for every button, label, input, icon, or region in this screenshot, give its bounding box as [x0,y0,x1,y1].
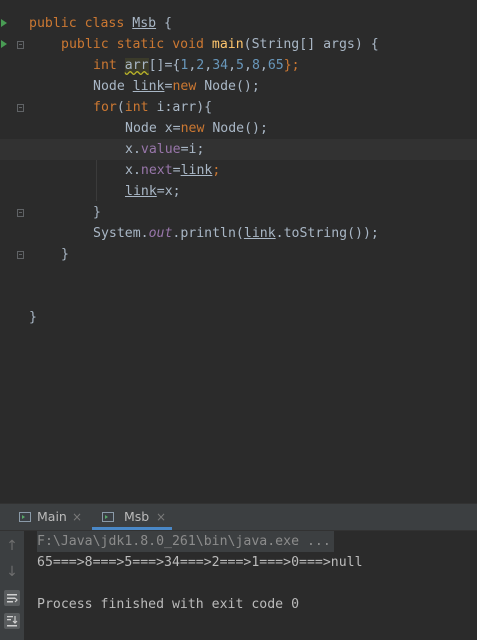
close-icon[interactable]: × [156,504,166,530]
variable-warning[interactable]: arr [124,58,149,73]
variable: link [243,226,276,241]
scroll-to-end-icon[interactable] [4,613,20,629]
loop-header: i:arr){ [148,100,213,115]
code-line-8[interactable]: x.next=link; [0,160,477,181]
number: 1 [180,58,189,73]
code-line-15[interactable]: } [0,307,477,328]
console-command-line[interactable]: F:\Java\jdk1.8.0_261\bin\java.exe ... [37,531,334,552]
keyword: public [29,16,77,31]
code-line-10[interactable]: } [0,202,477,223]
assignment: =x; [156,184,181,199]
keyword: for [93,100,117,115]
static-field: out [148,226,173,241]
down-arrow-icon[interactable]: ↓ [4,564,20,580]
run-toolbar: ↑ ↓ [0,531,25,640]
run-tab-bar: Main × Msb × [0,504,477,531]
assignment: =i; [180,142,205,157]
number: 34 [212,58,229,73]
console-output[interactable]: F:\Java\jdk1.8.0_261\bin\java.exe ... 65… [24,531,477,640]
code-editor[interactable]: public class Msb { public static void ma… [0,0,477,503]
field-name: value [140,142,181,157]
keyword: int [124,100,149,115]
type-name: Node [93,79,125,94]
declaration: Node x= [125,121,181,136]
method-call-rest: .toString()); [275,226,379,241]
up-arrow-icon[interactable]: ↑ [4,538,20,554]
keyword: static [116,37,165,52]
method-params: (String[] args) { [243,37,379,52]
brace: } [61,247,69,262]
console-output-line: 65===>8===>5===>34===>2===>1===>0===>nul… [37,555,363,570]
operator: = [172,163,181,178]
code-line-6[interactable]: Node x=new Node(); [0,118,477,139]
variable: link [180,163,213,178]
array-close: }; [283,58,300,73]
class-name: Msb [132,16,157,31]
tab-main[interactable]: Main × [14,504,92,530]
code-line-2[interactable]: public static void main(String[] args) { [0,34,477,55]
run-config-icon [19,512,31,522]
variable: link [125,184,157,199]
soft-wrap-glyph [7,594,18,603]
keyword: class [84,16,125,31]
code-line-4[interactable]: Node link=new Node(); [0,76,477,97]
variable: link [132,79,165,94]
code-line-3[interactable]: int arr[]={1,2,34,5,8,65}; [0,55,477,76]
keyword: void [172,37,204,52]
tab-label: Main [37,509,67,524]
brace: } [29,310,37,325]
number: 2 [196,58,205,73]
brace: { [156,16,172,31]
semicolon: ; [212,163,221,178]
keyword: new [172,79,197,94]
constructor-call: Node(); [204,121,268,136]
run-tool-window: Main × Msb × ↑ ↓ F:\Java\jdk1.8.0_261\bi… [0,503,477,640]
code-line-11[interactable]: System.out.println(link.toString()); [0,223,477,244]
array-open: []={ [148,58,181,73]
object-ref: x. [125,163,141,178]
code-line-7-current[interactable]: x.value=i; [0,139,477,160]
scroll-end-glyph [7,616,18,627]
run-config-icon [102,512,114,522]
code-line-5[interactable]: for(int i:arr){ [0,97,477,118]
field-name: next [140,163,173,178]
tab-msb[interactable]: Msb × [92,504,172,530]
console-exit-line: Process finished with exit code 0 [37,597,300,612]
code-line-9[interactable]: link=x; [0,181,477,202]
keyword: new [180,121,205,136]
tab-label: Msb [124,509,150,524]
soft-wrap-icon[interactable] [4,590,20,606]
method-call: .println( [172,226,244,241]
keyword: int [93,58,117,73]
number: 65 [267,58,284,73]
close-icon[interactable]: × [72,504,82,530]
code-line-12[interactable]: } [0,244,477,265]
number: 5 [236,58,244,73]
object-ref: x. [125,142,141,157]
code-line-1[interactable]: public class Msb { [0,13,477,34]
keyword: public [61,37,109,52]
paren: ( [116,100,125,115]
number: 8 [251,58,260,73]
method-name: main [211,37,244,52]
brace: } [93,205,101,220]
class-ref: System. [93,226,149,241]
constructor-call: Node(); [196,79,260,94]
